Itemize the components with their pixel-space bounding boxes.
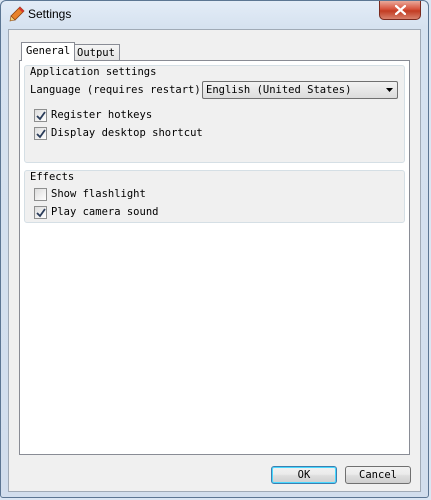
language-value: English (United States) [206,84,352,96]
register-hotkeys-label: Register hotkeys [51,109,153,121]
window-title: Settings [28,7,72,21]
application-settings-title: Application settings [30,66,157,78]
ok-button[interactable]: OK [271,466,337,484]
checkbox-box[interactable] [34,127,47,140]
language-label: Language (requires restart) [30,84,201,96]
show-flashlight-label: Show flashlight [51,188,146,200]
dialog-client-area: General Output Application settings Lang… [8,29,421,492]
application-settings-group: Application settings Language (requires … [24,65,405,163]
cancel-button[interactable]: Cancel [345,466,411,484]
chevron-down-icon [386,88,393,92]
checkmark-icon [36,208,46,218]
display-desktop-shortcut-label: Display desktop shortcut [51,127,203,139]
tab-general[interactable]: General [21,42,76,61]
checkbox-box[interactable] [34,188,47,201]
checkmark-icon [36,111,46,121]
close-button[interactable] [379,1,421,20]
checkmark-icon [36,129,46,139]
effects-group: Effects Show flashlight Play camera soun… [24,170,405,223]
checkbox-box[interactable] [34,109,47,122]
effects-title: Effects [30,171,75,183]
pen-app-icon [9,6,25,22]
title-bar[interactable]: Settings [1,1,428,27]
general-tab-panel: Application settings Language (requires … [19,60,410,455]
checkbox-box[interactable] [34,206,47,219]
play-camera-sound-label: Play camera sound [51,206,159,218]
language-dropdown[interactable]: English (United States) [202,81,398,99]
settings-window: Settings General Output Application sett… [0,0,429,498]
tab-output[interactable]: Output [72,44,120,61]
close-icon [395,5,406,15]
